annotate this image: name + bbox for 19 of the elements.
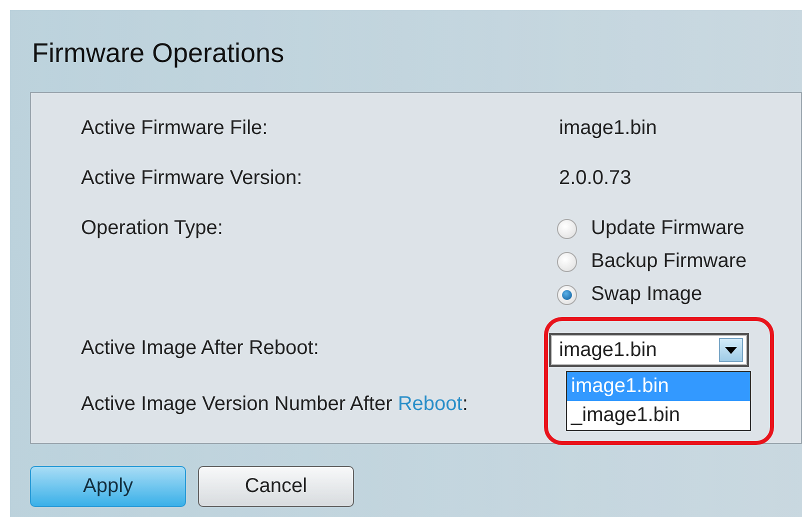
field-value: image1.bin <box>559 117 657 139</box>
page-title: Firmware Operations <box>32 38 286 70</box>
image-dropdown[interactable]: image1.bin <box>549 333 749 367</box>
radio-button[interactable] <box>557 252 577 272</box>
radio-label: Backup Firmware <box>591 250 747 273</box>
radio-button[interactable] <box>557 284 577 304</box>
field-label: Operation Type: <box>81 217 224 240</box>
radio-label: Update Firmware <box>591 217 744 240</box>
cancel-button[interactable]: Cancel <box>198 466 354 507</box>
apply-button[interactable]: Apply <box>30 466 186 507</box>
field-value: 2.0.0.73 <box>559 167 632 189</box>
dropdown-arrow-icon <box>725 346 737 354</box>
radio-button[interactable] <box>557 218 577 238</box>
radio-label: Swap Image <box>591 283 702 306</box>
field-label: Active Image Version Number After Reboot: <box>81 393 469 416</box>
field-label: Active Image After Reboot: <box>81 337 320 360</box>
field-label: Active Firmware Version: <box>81 167 304 190</box>
dropdown-option[interactable]: _image1.bin <box>567 401 750 430</box>
field-label: Active Firmware File: <box>81 117 269 140</box>
